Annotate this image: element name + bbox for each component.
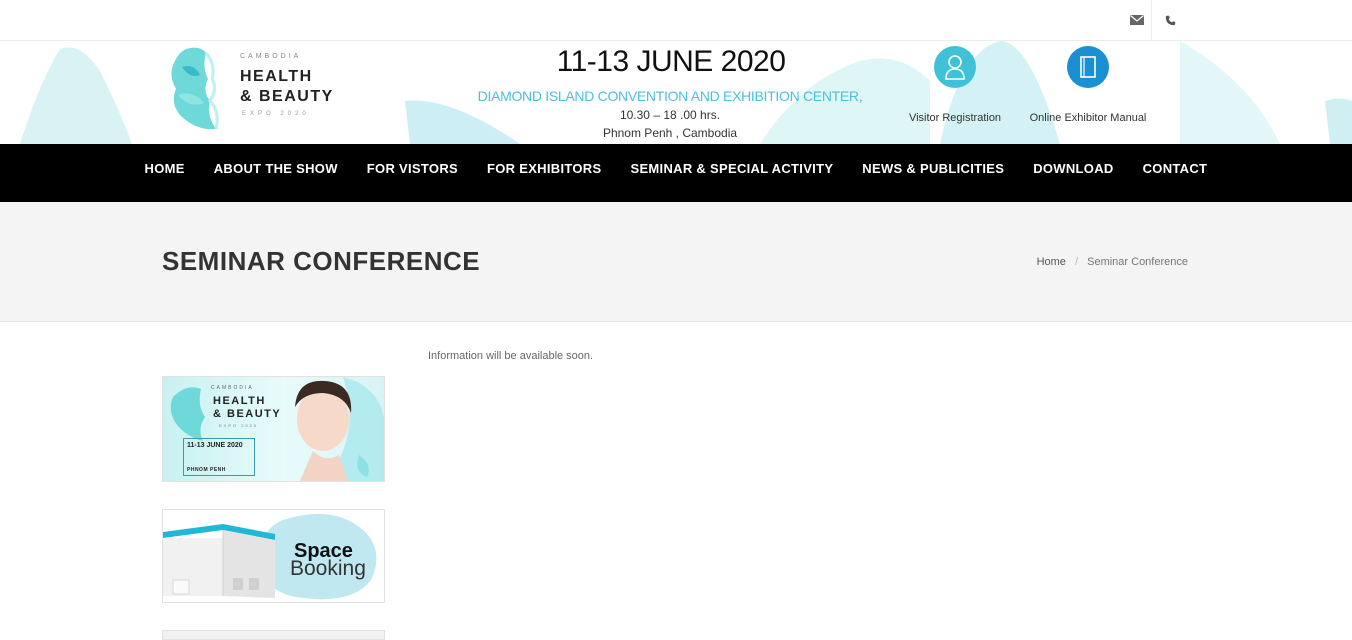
logo-country: CAMBODIA — [240, 53, 302, 60]
mail-icon[interactable] — [1122, 8, 1152, 32]
nav-item-visitors[interactable]: FOR VISTORS — [352, 144, 472, 202]
visitor-registration-label: Visitor Registration — [908, 112, 1002, 124]
nav-item-contact[interactable]: CONTACT — [1128, 144, 1222, 202]
nav-item-seminar[interactable]: SEMINAR & SPECIAL ACTIVITY — [616, 144, 848, 202]
nav-item-home[interactable]: HOME — [130, 144, 199, 202]
breadcrumb: Home / Seminar Conference — [1037, 256, 1188, 268]
event-venue: DIAMOND ISLAND CONVENTION AND EXHIBITION… — [477, 88, 863, 104]
expo-promo-banner[interactable]: CAMBODIA HEALTH & BEAUTY EXPO 2020 11-13… — [162, 376, 385, 482]
event-place: Phnom Penh , Cambodia — [602, 126, 738, 140]
phone-icon[interactable] — [1158, 8, 1182, 32]
nav-item-about[interactable]: ABOUT THE SHOW — [199, 144, 352, 202]
event-date: 11-13 JUNE 2020 — [556, 45, 786, 78]
promo-date: 11-13 JUNE 2020 — [187, 442, 243, 449]
exhibitor-manual-link[interactable]: Online Exhibitor Manual — [1025, 46, 1151, 124]
book-icon — [1067, 46, 1109, 88]
main-nav: HOME ABOUT THE SHOW FOR VISTORS FOR EXHI… — [0, 144, 1352, 202]
user-icon — [934, 46, 976, 88]
topbar-divider — [1151, 0, 1152, 40]
page-title-bar: SEMINAR CONFERENCE Home / Seminar Confer… — [0, 202, 1352, 322]
page-title: SEMINAR CONFERENCE — [162, 246, 481, 276]
nav-item-news[interactable]: NEWS & PUBLICITIES — [848, 144, 1019, 202]
promo-line1: HEALTH — [213, 395, 266, 407]
logo-line2: & BEAUTY — [240, 88, 334, 105]
breadcrumb-divider: / — [1074, 256, 1079, 268]
exhibitor-manual-label: Online Exhibitor Manual — [1029, 112, 1147, 124]
nav-item-exhibitors[interactable]: FOR EXHIBITORS — [472, 144, 615, 202]
expo-logo[interactable]: CAMBODIA HEALTH & BEAUTY EXPO 2020 — [166, 45, 336, 135]
header-banner: CAMBODIA HEALTH & BEAUTY EXPO 2020 11-13… — [0, 41, 1352, 144]
sidebar-banner-partial[interactable] — [162, 630, 385, 640]
space-booking-line2: Booking — [290, 557, 366, 580]
logo-subline: EXPO 2020 — [242, 111, 310, 117]
promo-line2: & BEAUTY — [213, 408, 282, 420]
space-booking-banner[interactable]: Space Booking — [162, 509, 385, 603]
top-contact-bar — [0, 0, 1352, 41]
visitor-registration-link[interactable]: Visitor Registration — [900, 46, 1010, 124]
promo-city: PHNOM PENH — [187, 467, 226, 473]
info-message: Information will be available soon. — [428, 350, 594, 362]
promo-subline: EXPO 2020 — [219, 423, 259, 428]
breadcrumb-home[interactable]: Home — [1037, 256, 1066, 268]
promo-country: CAMBODIA — [211, 385, 254, 391]
event-time: 10.30 – 18 .00 hrs. — [619, 108, 721, 122]
logo-line1: HEALTH — [240, 68, 313, 85]
face-logo-icon — [171, 47, 219, 130]
nav-item-download[interactable]: DOWNLOAD — [1019, 144, 1128, 202]
breadcrumb-current: Seminar Conference — [1087, 256, 1188, 268]
